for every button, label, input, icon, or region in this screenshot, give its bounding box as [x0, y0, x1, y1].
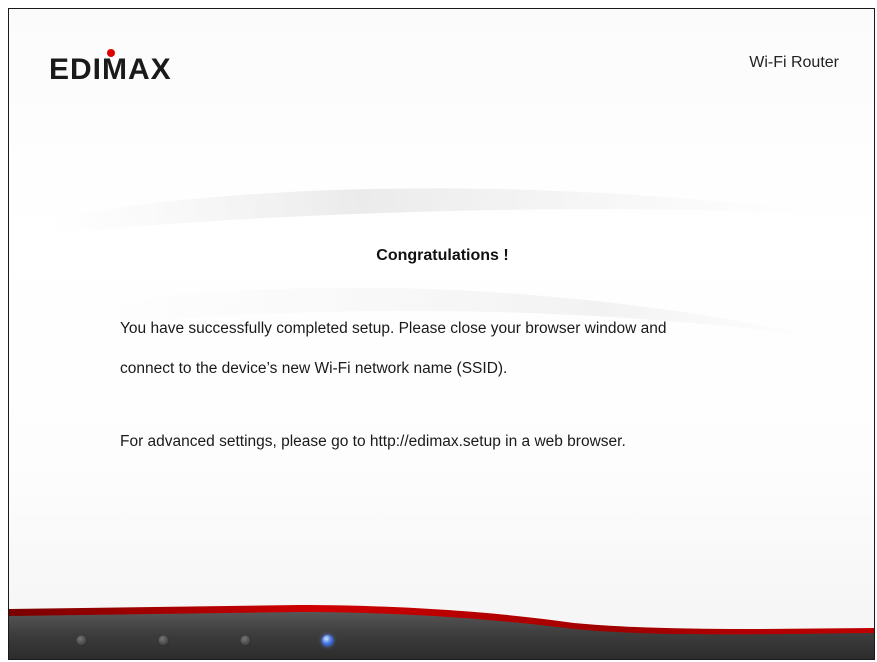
step-indicator-4 [322, 635, 333, 646]
logo-red-dot [107, 49, 115, 57]
step-indicator-3 [240, 635, 251, 646]
success-message-line-1: You have successfully completed setup. P… [120, 320, 667, 337]
advanced-settings-message: For advanced settings, please go to http… [120, 433, 626, 450]
product-name: Wi-Fi Router [749, 54, 839, 71]
edimax-logo: EDIMAX [49, 49, 172, 86]
step-indicator-1 [76, 635, 87, 646]
success-message-line-2: connect to the device’s new Wi-Fi networ… [120, 360, 508, 377]
setup-wizard-window: EDIMAX Wi-Fi Router Congratulations ! Yo… [8, 8, 875, 660]
brand-logo-text: EDIMAX [49, 53, 172, 86]
congratulations-heading: Congratulations ! [376, 247, 509, 264]
step-indicator-2 [158, 635, 169, 646]
